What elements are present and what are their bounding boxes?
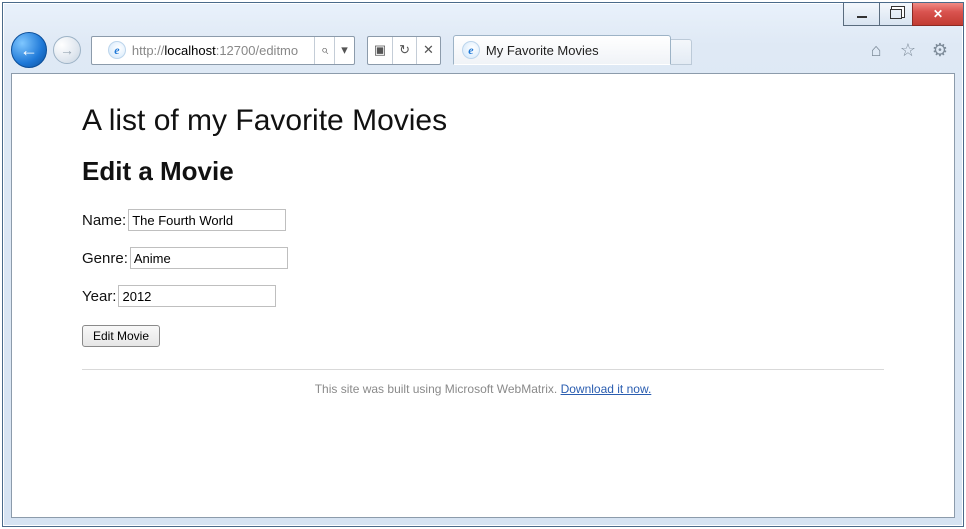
tab-title: My Favorite Movies — [486, 43, 599, 58]
new-tab-button[interactable] — [671, 39, 692, 65]
tab-active[interactable]: e My Favorite Movies — [453, 35, 671, 65]
window-caption-buttons — [843, 3, 963, 26]
compat-icon: ▣ — [374, 42, 386, 58]
browser-toolbar: ← → e http://localhost:12700/editmo ⌕ ▾ … — [11, 30, 955, 70]
page-title: Edit a Movie — [82, 156, 884, 187]
tools-button[interactable]: ⚙ — [929, 39, 951, 61]
arrow-left-icon: ← — [20, 40, 38, 61]
chevron-down-icon: ▾ — [341, 42, 348, 58]
name-input[interactable] — [128, 209, 286, 231]
genre-label: Genre: — [82, 250, 128, 267]
favorites-button[interactable]: ☆ — [897, 39, 919, 61]
stop-icon: ✕ — [423, 42, 434, 58]
page-controls: ▣ ↻ ✕ — [367, 36, 441, 65]
year-label: Year: — [82, 288, 116, 305]
address-url-field[interactable]: e http://localhost:12700/editmo — [92, 37, 314, 64]
nav-back-button[interactable]: ← — [11, 32, 47, 68]
form-row-year: Year: — [82, 285, 884, 307]
window-minimize-button[interactable] — [843, 3, 879, 26]
search-button[interactable]: ⌕ — [314, 37, 334, 64]
address-bar: e http://localhost:12700/editmo ⌕ ▾ — [91, 36, 355, 65]
genre-input[interactable] — [130, 247, 288, 269]
stop-button[interactable]: ✕ — [416, 37, 440, 64]
ie-favicon-icon: e — [108, 41, 126, 59]
arrow-right-icon: → — [60, 42, 74, 58]
refresh-icon: ↻ — [399, 42, 410, 58]
form-row-genre: Genre: — [82, 247, 884, 269]
year-input[interactable] — [118, 285, 276, 307]
home-icon: ⌂ — [871, 40, 882, 61]
tab-strip: e My Favorite Movies — [453, 35, 692, 65]
site-title: A list of my Favorite Movies — [82, 104, 884, 138]
search-icon: ⌕ — [321, 42, 328, 58]
footer-text: This site was built using Microsoft WebM… — [315, 382, 561, 396]
edit-movie-button[interactable]: Edit Movie — [82, 325, 160, 347]
page-body: A list of my Favorite Movies Edit a Movi… — [12, 74, 954, 396]
footer: This site was built using Microsoft WebM… — [82, 382, 884, 396]
footer-separator — [82, 369, 884, 370]
compat-view-button[interactable]: ▣ — [368, 37, 392, 64]
address-dropdown-button[interactable]: ▾ — [334, 37, 354, 64]
home-button[interactable]: ⌂ — [865, 39, 887, 61]
browser-right-controls: ⌂ ☆ ⚙ — [865, 39, 955, 61]
url-text: http://localhost:12700/editmo — [132, 43, 298, 58]
form-row-name: Name: — [82, 209, 884, 231]
gear-icon: ⚙ — [932, 40, 948, 61]
window-maximize-button[interactable] — [879, 3, 912, 26]
ie-favicon-icon: e — [462, 41, 480, 59]
name-label: Name: — [82, 212, 126, 229]
nav-forward-button[interactable]: → — [53, 36, 81, 64]
star-icon: ☆ — [900, 40, 916, 61]
browser-window: ← → e http://localhost:12700/editmo ⌕ ▾ … — [2, 2, 964, 527]
content-viewport: A list of my Favorite Movies Edit a Movi… — [11, 73, 955, 518]
footer-download-link[interactable]: Download it now. — [561, 382, 652, 396]
window-close-button[interactable] — [912, 3, 963, 26]
refresh-button[interactable]: ↻ — [392, 37, 416, 64]
